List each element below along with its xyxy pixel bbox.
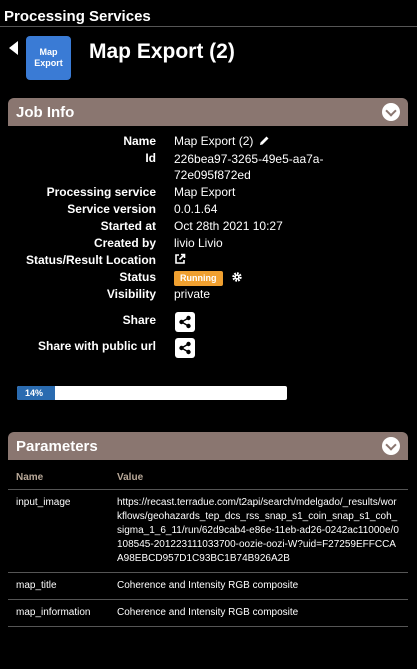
status-value: Running (174, 269, 243, 286)
share-label: Share (122, 313, 156, 327)
param-name: map_title (8, 572, 109, 600)
created-label: Created by (93, 236, 156, 250)
app-icon-label: Map Export (34, 47, 63, 68)
location-value (174, 252, 186, 269)
service-row: Processing service Map Export (0, 184, 417, 201)
id-value: 226bea97-3265-49e5-aa7a-72e095f872ed (174, 152, 324, 182)
param-value: https://recast.terradue.com/t2api/search… (109, 489, 408, 573)
job-info-heading: Job Info (16, 104, 75, 121)
version-value: 0.0.1.64 (174, 202, 218, 216)
job-info-header[interactable]: Job Info (8, 98, 408, 126)
name-text: Map Export (2) (174, 134, 254, 148)
column-header-value: Value (109, 469, 408, 490)
table-row: map_title Coherence and Intensity RGB co… (8, 572, 408, 600)
table-row: input_image https://recast.terradue.com/… (8, 489, 408, 573)
external-link-icon[interactable] (174, 253, 186, 265)
page-title: Map Export (2) (89, 40, 235, 63)
parameters-heading: Parameters (16, 438, 98, 455)
collapse-chevron-icon[interactable] (382, 437, 400, 455)
progress-label: 14% (25, 388, 44, 398)
created-row: Created by livio Livio (0, 235, 417, 252)
id-label: Id (145, 151, 156, 165)
version-label: Service version (67, 202, 156, 216)
started-label: Started at (100, 219, 156, 233)
column-header-name: Name (8, 469, 109, 490)
share-public-row: Share with public url (0, 338, 417, 355)
visibility-label: Visibility (106, 287, 156, 301)
collapse-chevron-icon[interactable] (382, 103, 400, 121)
name-row: Name Map Export (2) (0, 133, 417, 150)
share-icon (179, 341, 191, 355)
section-title: Processing Services (4, 8, 151, 25)
status-label: Status (119, 270, 156, 284)
progress-bar: 14% (17, 386, 287, 400)
started-value: Oct 28th 2021 10:27 (174, 219, 283, 233)
visibility-value: private (174, 287, 211, 301)
param-name: map_information (8, 599, 109, 627)
pencil-icon[interactable] (259, 135, 270, 146)
param-name: input_image (8, 489, 109, 573)
parameters-header[interactable]: Parameters (8, 432, 408, 460)
back-arrow-icon[interactable] (9, 41, 18, 55)
param-value: Coherence and Intensity RGB composite (109, 599, 408, 627)
location-row: Status/Result Location (0, 252, 417, 269)
table-header-row: Name Value (8, 469, 408, 490)
version-row: Service version 0.0.1.64 (0, 201, 417, 218)
app-icon: Map Export (26, 36, 71, 80)
share-button[interactable] (175, 312, 195, 332)
name-value: Map Export (2) (174, 133, 270, 150)
share-public-button[interactable] (175, 338, 195, 358)
visibility-row: Visibility private (0, 286, 417, 303)
service-label: Processing service (46, 185, 156, 199)
gear-icon[interactable] (231, 271, 243, 283)
service-value: Map Export (174, 185, 236, 199)
param-value: Coherence and Intensity RGB composite (109, 572, 408, 600)
started-row: Started at Oct 28th 2021 10:27 (0, 218, 417, 235)
location-label: Status/Result Location (25, 253, 156, 267)
share-row: Share (0, 312, 417, 329)
status-badge: Running (174, 271, 223, 286)
top-bar: Processing Services (0, 0, 417, 27)
status-row: Status Running (0, 269, 417, 286)
share-icon (179, 315, 191, 329)
parameters-table: Name Value input_image https://recast.te… (8, 469, 408, 627)
created-value: livio Livio (174, 236, 223, 250)
table-row: map_information Coherence and Intensity … (8, 599, 408, 627)
share-public-label: Share with public url (37, 339, 156, 353)
name-label: Name (123, 134, 156, 148)
